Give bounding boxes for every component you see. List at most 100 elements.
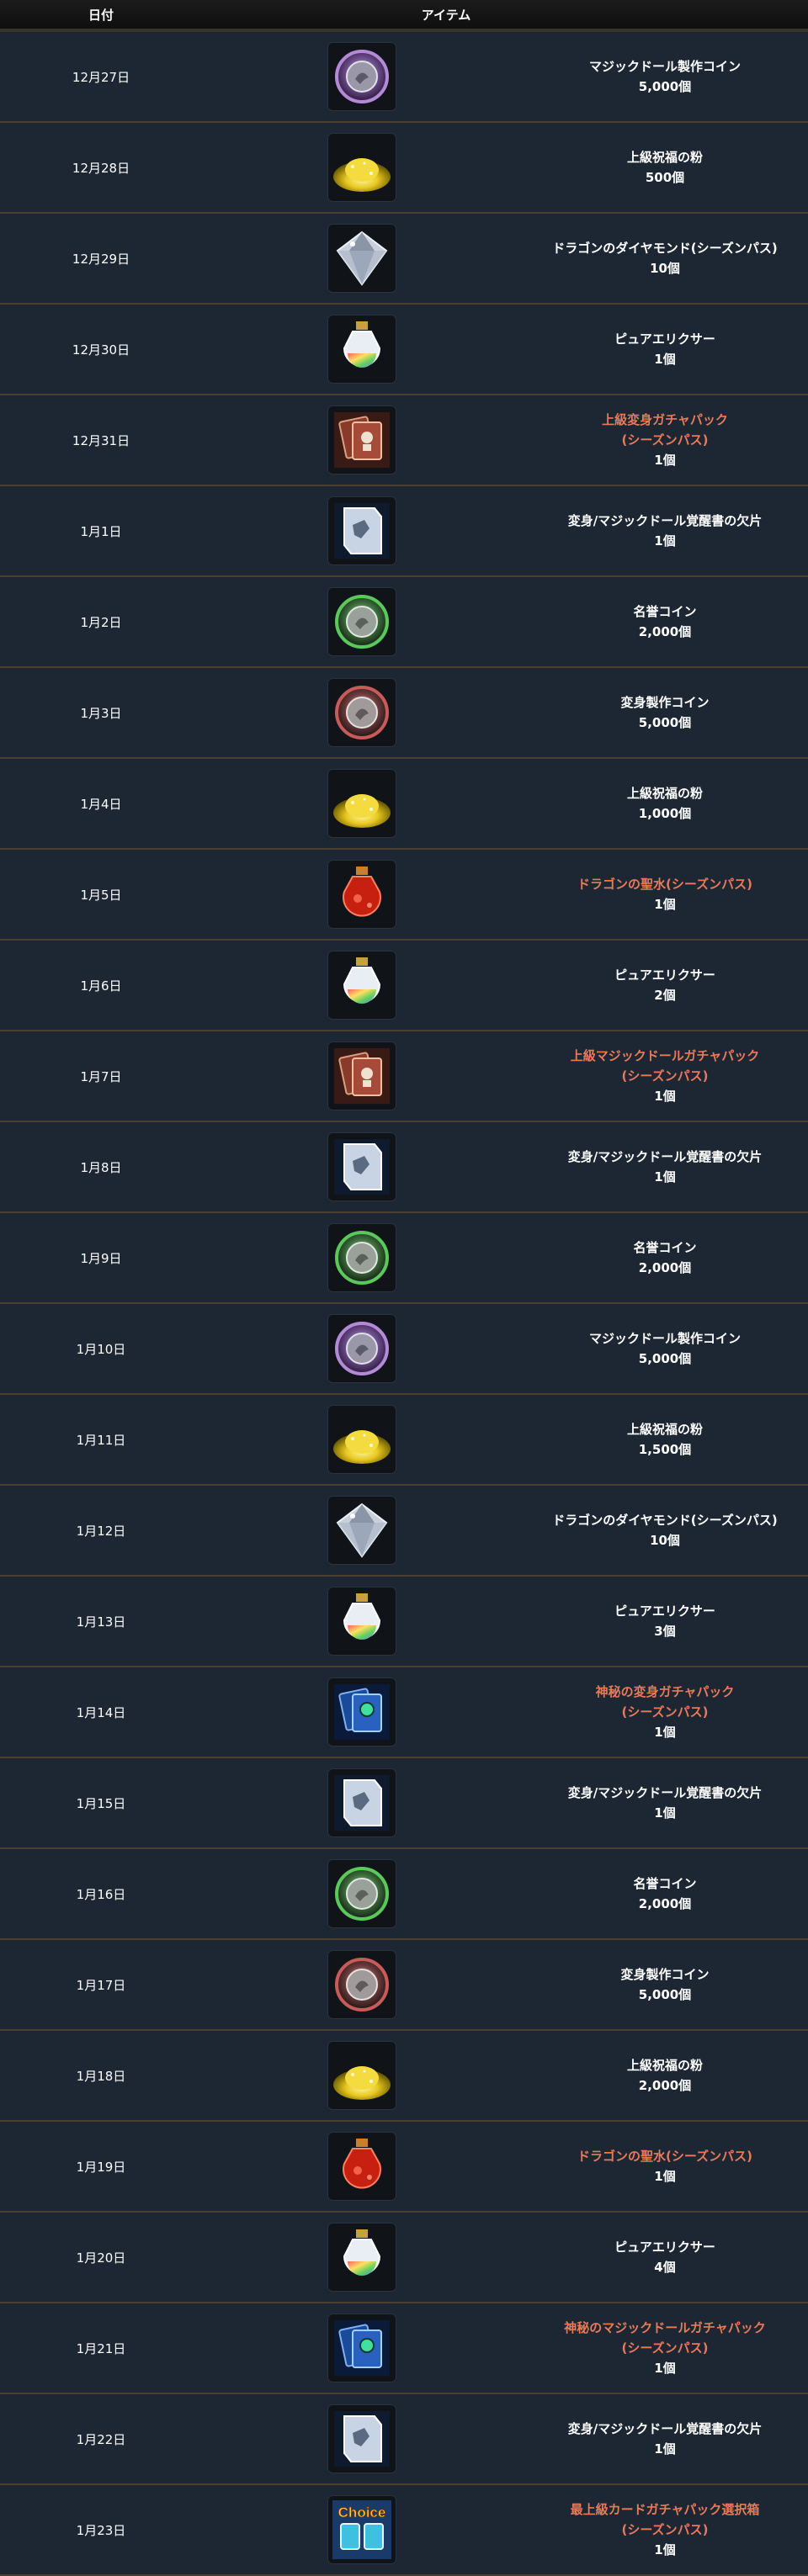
row-item: ドラゴンのダイヤモンド(シーズンパス) 10個 xyxy=(522,238,808,278)
item-name: (シーズンパス) xyxy=(621,432,709,448)
row-icon-cell xyxy=(202,2314,522,2383)
row-item: 変身/マジックドール覚醒書の欠片 1個 xyxy=(522,1783,808,1823)
header-date: 日付 xyxy=(88,7,114,23)
item-name: ピュアエリクサー xyxy=(614,967,715,983)
row-item: ピュアエリクサー 4個 xyxy=(522,2237,808,2277)
table-row: 1月19日 ドラゴンの聖水(シーズンパス) 1個 xyxy=(0,2122,808,2213)
table-row: 1月18日 上級祝福の粉 2,000個 xyxy=(0,2031,808,2122)
item-quantity: 1,000個 xyxy=(638,806,692,821)
table-row: 1月16日 名誉コイン 2,000個 xyxy=(0,1849,808,1940)
row-date: 1月19日 xyxy=(76,2159,126,2175)
item-quantity: 2,000個 xyxy=(638,624,692,639)
table-row: 12月31日 上級変身ガチャパック (シーズンパス) 1個 xyxy=(0,395,808,486)
item-name: 名誉コイン xyxy=(633,1876,697,1891)
item-name: (シーズンパス) xyxy=(621,1704,709,1720)
item-quantity: 1個 xyxy=(654,2169,676,2184)
row-item: マジックドール製作コイン 5,000個 xyxy=(522,1328,808,1369)
row-icon-cell xyxy=(202,496,522,565)
elixir-icon xyxy=(327,1587,396,1656)
item-name: 名誉コイン xyxy=(633,1240,697,1255)
table-row: 1月13日 ピュアエリクサー 3個 xyxy=(0,1577,808,1667)
item-name: 上級祝福の粉 xyxy=(626,2058,703,2073)
table-row: 1月1日 変身/マジックドール覚醒書の欠片 1個 xyxy=(0,486,808,577)
item-quantity: 4個 xyxy=(654,2260,676,2275)
row-item: 名誉コイン 2,000個 xyxy=(522,1238,808,1278)
card-pack-red-icon xyxy=(327,405,396,474)
table-row: 1月15日 変身/マジックドール覚醒書の欠片 1個 xyxy=(0,1758,808,1849)
item-name: 変身/マジックドール覚醒書の欠片 xyxy=(567,1149,763,1164)
row-date: 1月3日 xyxy=(80,705,122,721)
header-item: アイテム xyxy=(421,7,471,23)
row-icon-cell xyxy=(202,1223,522,1292)
item-name: ドラゴンの聖水(シーズンパス) xyxy=(577,2149,752,2164)
row-icon-cell xyxy=(202,2041,522,2110)
item-quantity: 2,000個 xyxy=(638,1260,692,1275)
item-quantity: 1個 xyxy=(654,897,676,912)
card-pack-blue-icon xyxy=(327,1678,396,1746)
table-row: 12月29日 ドラゴンのダイヤモンド(シーズンパス) 10個 xyxy=(0,214,808,305)
row-date: 12月27日 xyxy=(72,69,130,85)
item-name: ピュアエリクサー xyxy=(614,331,715,347)
coin-purple-icon xyxy=(327,42,396,111)
scroll-icon xyxy=(327,1768,396,1837)
table-row: 1月20日 ピュアエリクサー 4個 xyxy=(0,2213,808,2303)
item-name: ピュアエリクサー xyxy=(614,2239,715,2255)
table-row: 1月11日 上級祝福の粉 1,500個 xyxy=(0,1395,808,1486)
table-row: 1月10日 マジックドール製作コイン 5,000個 xyxy=(0,1304,808,1395)
item-name: ドラゴンの聖水(シーズンパス) xyxy=(577,877,752,892)
red-potion-icon xyxy=(327,860,396,929)
row-item: ピュアエリクサー 1個 xyxy=(522,329,808,369)
row-date: 1月6日 xyxy=(80,978,122,994)
item-quantity: 1個 xyxy=(654,2542,676,2557)
item-name: 変身/マジックドール覚醒書の欠片 xyxy=(567,2421,763,2436)
row-date: 1月23日 xyxy=(76,2522,126,2538)
row-date: 1月12日 xyxy=(76,1523,126,1539)
table-row: 1月2日 名誉コイン 2,000個 xyxy=(0,577,808,668)
item-quantity: 10個 xyxy=(650,261,680,276)
item-name: 変身/マジックドール覚醒書の欠片 xyxy=(567,1785,763,1800)
table-row: 1月5日 ドラゴンの聖水(シーズンパス) 1個 xyxy=(0,850,808,941)
coin-green-icon xyxy=(327,587,396,656)
item-name: 上級変身ガチャパック xyxy=(602,412,728,427)
choice-card-pack-icon: Choice xyxy=(327,2495,396,2564)
table-row: 1月3日 変身製作コイン 5,000個 xyxy=(0,668,808,759)
item-name: 変身製作コイン xyxy=(620,695,710,710)
diamond-icon xyxy=(327,224,396,293)
gold-powder-icon xyxy=(327,1405,396,1474)
table-row: 1月6日 ピュアエリクサー 2個 xyxy=(0,941,808,1031)
table-row: 12月30日 ピュアエリクサー 1個 xyxy=(0,305,808,395)
card-pack-blue-icon xyxy=(327,2314,396,2383)
elixir-icon xyxy=(327,315,396,384)
item-name: 名誉コイン xyxy=(633,604,697,619)
item-quantity: 2,000個 xyxy=(638,2078,692,2093)
item-name: 神秘の変身ガチャパック xyxy=(595,1684,735,1699)
item-quantity: 2,000個 xyxy=(638,1896,692,1911)
row-item: ドラゴンの聖水(シーズンパス) 1個 xyxy=(522,2146,808,2186)
item-quantity: 1個 xyxy=(654,2361,676,2376)
row-icon-cell xyxy=(202,42,522,111)
row-date: 12月29日 xyxy=(72,251,130,267)
coin-purple-icon xyxy=(327,1314,396,1383)
row-item: 変身/マジックドール覚醒書の欠片 1個 xyxy=(522,1147,808,1187)
row-icon-cell xyxy=(202,1405,522,1474)
row-date: 1月17日 xyxy=(76,1977,126,1993)
row-date: 1月15日 xyxy=(76,1795,126,1811)
item-quantity: 500個 xyxy=(645,170,685,185)
item-quantity: 1個 xyxy=(654,2441,676,2457)
row-icon-cell xyxy=(202,2404,522,2473)
row-icon-cell xyxy=(202,860,522,929)
card-pack-red-icon xyxy=(327,1042,396,1110)
table-row: 12月28日 上級祝福の粉 500個 xyxy=(0,123,808,214)
item-quantity: 1個 xyxy=(654,533,676,549)
row-item: 変身/マジックドール覚醒書の欠片 1個 xyxy=(522,2419,808,2459)
row-icon-cell xyxy=(202,1859,522,1928)
reward-table: 日付 アイテム 12月27日マジックドール製作コイン 5,000個 12月28日 上級… xyxy=(0,0,808,2576)
table-row: 1月12日 ドラゴンのダイヤモンド(シーズンパス) 10個 xyxy=(0,1486,808,1577)
row-icon-cell xyxy=(202,1042,522,1110)
elixir-icon xyxy=(327,951,396,1020)
row-icon-cell xyxy=(202,133,522,202)
row-item: ピュアエリクサー 3個 xyxy=(522,1601,808,1641)
row-item: 上級祝福の粉 1,000個 xyxy=(522,783,808,824)
item-quantity: 5,000個 xyxy=(638,79,692,94)
row-item: 上級祝福の粉 1,500個 xyxy=(522,1419,808,1460)
